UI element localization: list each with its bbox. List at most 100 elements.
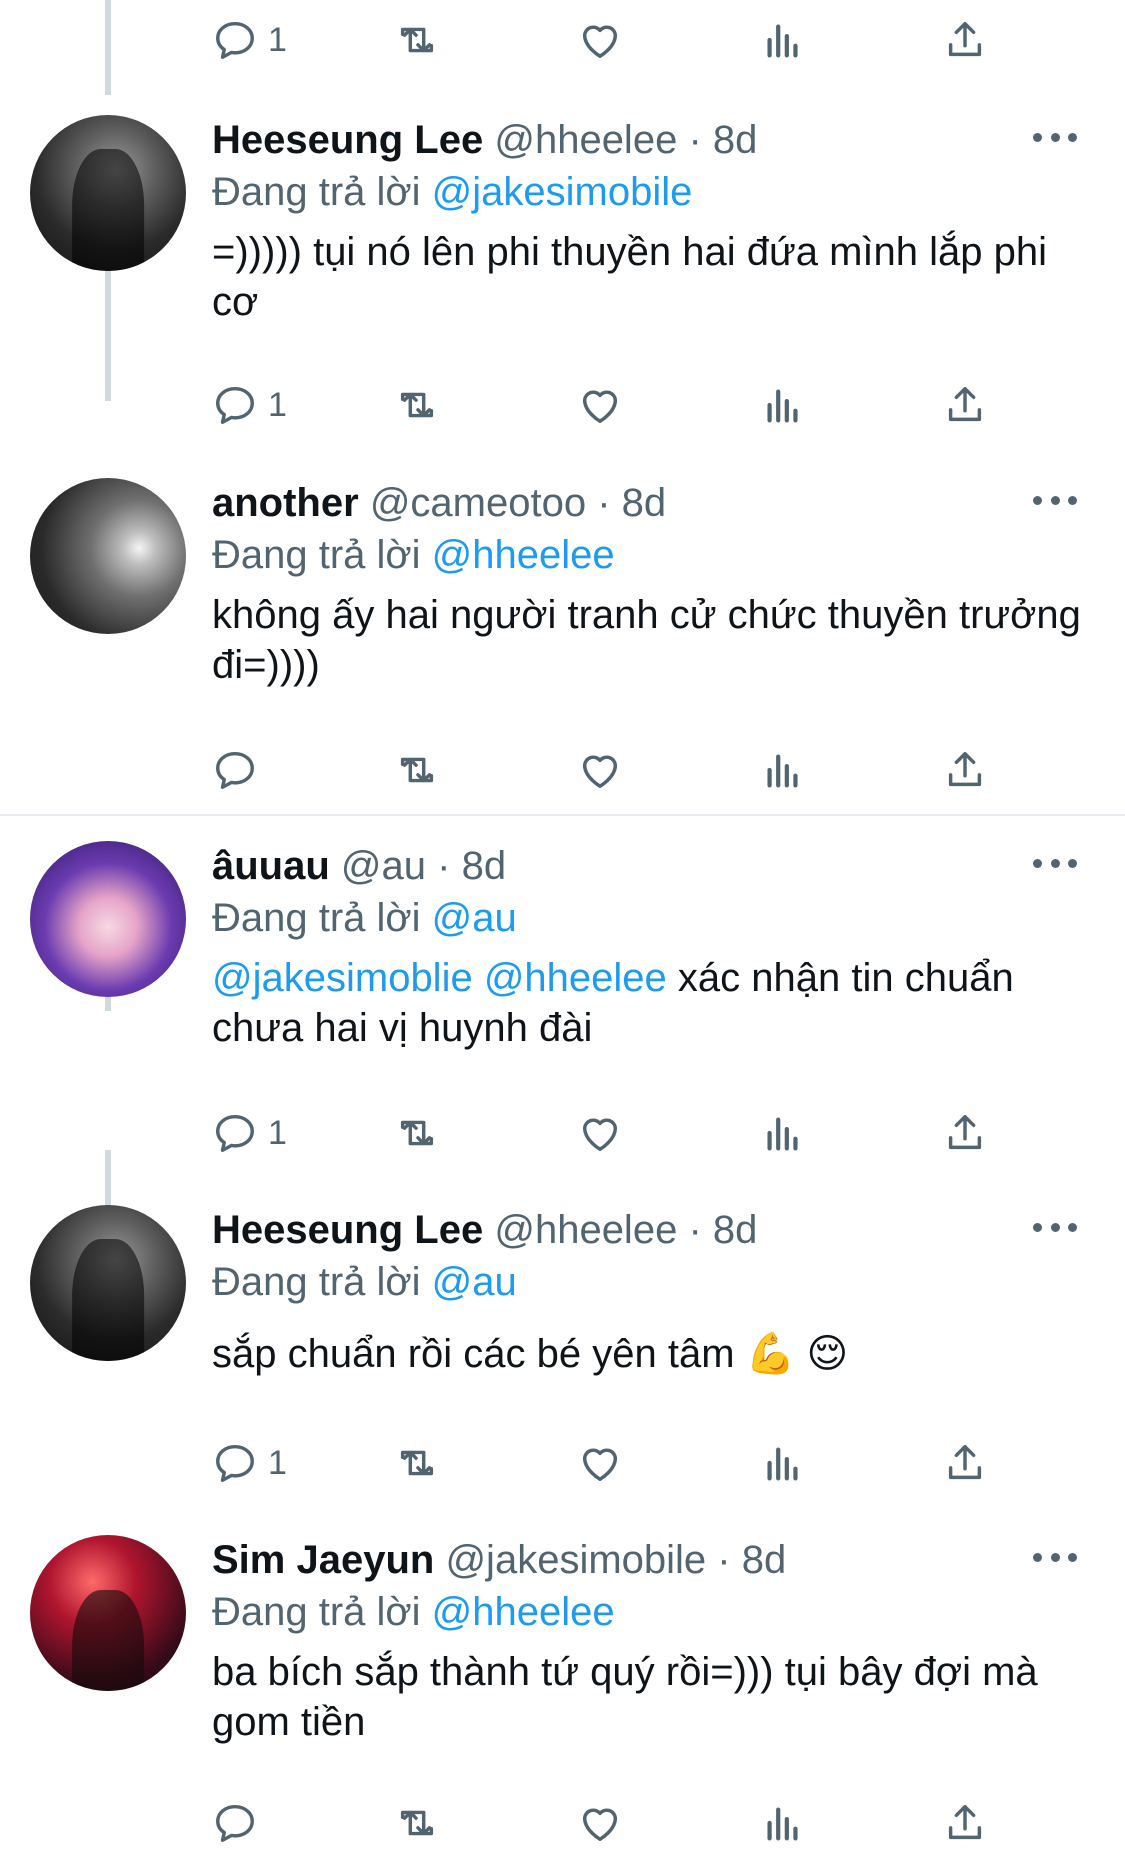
views-button[interactable] — [760, 10, 806, 70]
reply-button[interactable]: 1 — [212, 1103, 287, 1163]
like-button[interactable] — [577, 1793, 623, 1853]
user-handle[interactable]: @hheelee — [494, 1208, 677, 1252]
more-icon — [1033, 1222, 1042, 1232]
share-button[interactable] — [942, 375, 988, 435]
retweet-button[interactable] — [394, 1103, 440, 1163]
timestamp[interactable]: 8d — [713, 1208, 758, 1252]
views-button[interactable] — [760, 740, 806, 800]
retweet-icon — [400, 27, 434, 53]
replying-to-mention[interactable]: @au — [432, 896, 517, 940]
tweet-actions — [212, 740, 1012, 800]
views-button[interactable] — [760, 1103, 806, 1163]
retweet-icon — [400, 1450, 434, 1476]
display-name[interactable]: Heeseung Lee — [212, 1208, 483, 1252]
share-icon — [948, 21, 982, 57]
more-icon — [1068, 1552, 1077, 1562]
reply-button[interactable]: 1 — [212, 1433, 287, 1493]
share-button[interactable] — [942, 740, 988, 800]
separator-dot: · — [688, 1208, 702, 1252]
display-name[interactable]: Sim Jaeyun — [212, 1538, 434, 1582]
views-button[interactable] — [760, 1433, 806, 1493]
timestamp[interactable]: 8d — [622, 481, 667, 525]
tweet-actions: 1 — [212, 1103, 1012, 1163]
more-icon — [1033, 495, 1042, 505]
replying-to: Đang trả lời @hheelee — [212, 1587, 1092, 1637]
timestamp[interactable]: 8d — [742, 1538, 787, 1582]
more-icon — [1050, 132, 1060, 142]
like-button[interactable] — [577, 375, 623, 435]
replying-to-mention[interactable]: @hheelee — [432, 533, 615, 577]
avatar[interactable] — [30, 841, 186, 997]
user-handle[interactable]: @au — [341, 844, 426, 888]
display-name[interactable]: another — [212, 481, 359, 525]
replying-to-label: Đang trả lời — [212, 533, 421, 577]
reply-button[interactable] — [212, 1793, 268, 1853]
like-button[interactable] — [577, 1103, 623, 1163]
retweet-icon — [400, 757, 434, 783]
display-name[interactable]: âuuau — [212, 844, 330, 888]
views-button[interactable] — [760, 1793, 806, 1853]
more-button[interactable] — [1033, 490, 1077, 510]
retweet-button[interactable] — [394, 1793, 440, 1853]
avatar[interactable] — [30, 1535, 186, 1691]
retweet-icon — [400, 1810, 434, 1836]
replying-to-mention[interactable]: @hheelee — [432, 1590, 615, 1634]
reply-button[interactable]: 1 — [212, 10, 287, 70]
reply-icon — [216, 1804, 254, 1842]
like-button[interactable] — [577, 1433, 623, 1493]
more-button[interactable] — [1033, 1217, 1077, 1237]
share-button[interactable] — [942, 10, 988, 70]
more-icon — [1050, 1552, 1060, 1562]
heart-icon — [582, 25, 618, 59]
user-handle[interactable]: @cameotoo — [370, 481, 586, 525]
avatar[interactable] — [30, 115, 186, 271]
display-name[interactable]: Heeseung Lee — [212, 118, 483, 162]
tweet-content: âuuau @au · 8d Đang trả lời @au @jakesim… — [212, 841, 1092, 1053]
share-icon — [948, 1114, 982, 1150]
reply-icon — [216, 386, 254, 424]
more-button[interactable] — [1033, 1547, 1077, 1567]
timestamp[interactable]: 8d — [462, 844, 507, 888]
more-icon — [1050, 858, 1060, 868]
share-button[interactable] — [942, 1433, 988, 1493]
user-handle[interactable]: @jakesimobile — [445, 1538, 706, 1582]
replying-to-mention[interactable]: @au — [432, 1260, 517, 1304]
replying-to-label: Đang trả lời — [212, 1590, 421, 1634]
retweet-button[interactable] — [394, 740, 440, 800]
heart-icon — [582, 1808, 618, 1842]
more-button[interactable] — [1033, 853, 1077, 873]
retweet-button[interactable] — [394, 10, 440, 70]
tweet-text: @jakesimoblie @hheelee xác nhận tin chuẩ… — [212, 953, 1092, 1053]
timestamp[interactable]: 8d — [713, 118, 758, 162]
avatar[interactable] — [30, 1205, 186, 1361]
replying-to-label: Đang trả lời — [212, 896, 421, 940]
retweet-button[interactable] — [394, 1433, 440, 1493]
reply-button[interactable] — [212, 740, 268, 800]
tweet-header: Sim Jaeyun @jakesimobile · 8d — [212, 1535, 1092, 1585]
views-button[interactable] — [760, 375, 806, 435]
retweet-button[interactable] — [394, 375, 440, 435]
body-mentions[interactable]: @jakesimoblie @hheelee — [212, 956, 667, 1000]
views-icon — [767, 24, 798, 58]
heart-icon — [582, 1448, 618, 1482]
retweet-icon — [400, 392, 434, 418]
like-button[interactable] — [577, 10, 623, 70]
like-button[interactable] — [577, 740, 623, 800]
replying-to-mention[interactable]: @jakesimobile — [432, 170, 693, 214]
avatar[interactable] — [30, 478, 186, 634]
share-button[interactable] — [942, 1793, 988, 1853]
reply-button[interactable]: 1 — [212, 375, 287, 435]
share-icon — [948, 1444, 982, 1480]
more-icon — [1033, 132, 1042, 142]
more-icon — [1050, 495, 1060, 505]
share-button[interactable] — [942, 1103, 988, 1163]
tweet-text: =))))) tụi nó lên phi thuyền hai đứa mìn… — [212, 230, 1048, 324]
heart-icon — [582, 755, 618, 789]
more-icon — [1050, 1222, 1060, 1232]
replying-to: Đang trả lời @hheelee — [212, 530, 1092, 580]
tweet-header: Heeseung Lee @hheelee · 8d — [212, 1205, 1092, 1255]
more-button[interactable] — [1033, 127, 1077, 147]
tweet-text: ba bích sắp thành tứ quý rồi=))) tụi bây… — [212, 1650, 1038, 1744]
user-handle[interactable]: @hheelee — [494, 118, 677, 162]
tweet-content: another @cameotoo · 8d Đang trả lời @hhe… — [212, 478, 1092, 690]
